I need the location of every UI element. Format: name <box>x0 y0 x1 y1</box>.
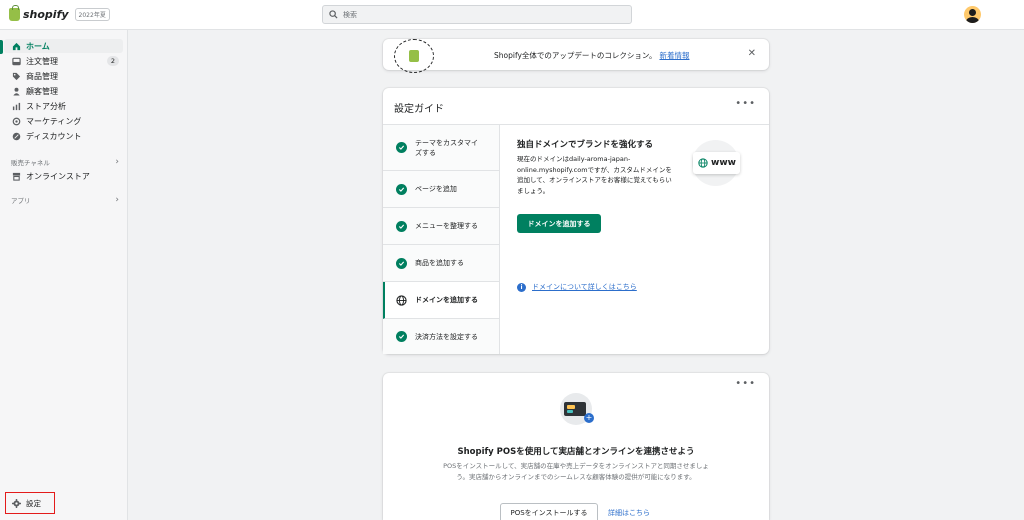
sidebar-item-settings[interactable]: 設定 <box>5 492 55 514</box>
globe-icon <box>698 158 708 168</box>
close-icon[interactable]: ✕ <box>748 48 756 59</box>
step-label: 決済方法を設定する <box>415 332 478 341</box>
step-label: メニューを整理する <box>415 222 478 230</box>
step-add-page[interactable]: ページを追加 <box>383 171 499 208</box>
sidebar-item-label: ストア分析 <box>26 101 66 111</box>
sidebar: ホーム 注文管理 2 商品管理 顧客管理 ストア分析 マーケティング ディスカウ… <box>0 30 128 520</box>
learn-more-domain-link[interactable]: i ドメインについて詳しくはこちら <box>517 282 637 292</box>
sidebar-item-customers[interactable]: 顧客管理 <box>4 84 123 98</box>
sidebar-item-products[interactable]: 商品管理 <box>4 69 123 83</box>
sales-channels-heading[interactable]: 販売チャネル › <box>11 157 119 167</box>
sidebar-item-label: ホーム <box>26 41 50 51</box>
info-icon: i <box>517 282 526 292</box>
step-add-product[interactable]: 商品を追加する <box>383 245 499 282</box>
plus-icon: + <box>584 413 594 423</box>
pos-body: POSをインストールして、実店舗の在庫や売上データをオンラインストアと同期させま… <box>443 462 709 481</box>
sidebar-item-label: オンラインストア <box>26 171 90 181</box>
shopify-bag-icon <box>409 50 419 62</box>
step-label: 商品を追加する <box>415 259 464 267</box>
sidebar-item-marketing[interactable]: マーケティング <box>4 114 123 128</box>
sidebar-item-orders[interactable]: 注文管理 2 <box>4 54 123 68</box>
marketing-icon <box>12 117 21 126</box>
apps-heading[interactable]: アプリ › <box>11 195 119 205</box>
sidebar-item-analytics[interactable]: ストア分析 <box>4 99 123 113</box>
sidebar-item-label: 注文管理 <box>26 56 58 66</box>
edition-badge: 2022年夏 <box>74 8 110 21</box>
learn-more-text: ドメインについて詳しくはこちら <box>532 283 637 291</box>
checkmark-icon <box>396 220 407 232</box>
step-customize-theme[interactable]: テーマをカスタマイ ズする <box>383 125 499 171</box>
pos-device-illustration: + <box>560 393 594 425</box>
checkmark-icon <box>396 142 407 153</box>
settings-label: 設定 <box>26 498 41 508</box>
setup-guide-title: 設定ガイド <box>394 104 444 115</box>
step-organize-menu[interactable]: メニューを整理する <box>383 208 499 245</box>
discount-icon <box>12 132 21 141</box>
shopify-bag-icon <box>9 5 20 21</box>
sidebar-item-online-store[interactable]: オンラインストア <box>4 169 123 183</box>
setup-guide-card: 設定ガイド ••• テーマをカスタマイ ズする ページを追加 メニューを整理する … <box>383 88 769 354</box>
search-placeholder: 検索 <box>343 10 357 19</box>
step-label-line-2: ズする <box>415 148 436 157</box>
more-actions-icon[interactable]: ••• <box>735 98 756 109</box>
editions-banner: Shopify全体でのアップデートのコレクション。 新着情報 ✕ <box>383 39 769 73</box>
www-label: www <box>711 158 736 168</box>
top-bar: shopify 2022年夏 検索 <box>0 0 1024 30</box>
store-icon <box>12 172 21 181</box>
sidebar-item-discounts[interactable]: ディスカウント <box>4 129 123 143</box>
analytics-icon <box>12 102 21 111</box>
whats-new-link[interactable]: 新着情報 <box>659 51 689 60</box>
pos-title: Shopify POSを使用して実店舗とオンラインを連携させよう <box>457 447 695 457</box>
tag-icon <box>12 72 21 81</box>
domain-detail-body: 現在のドメインはdaily-aroma-japan-online.myshopi… <box>517 155 672 195</box>
add-domain-button[interactable]: ドメインを追加する <box>517 214 601 233</box>
sidebar-item-label: マーケティング <box>26 116 82 126</box>
search-icon <box>329 10 338 19</box>
sales-channels-label: 販売チャネル <box>11 159 50 167</box>
sidebar-item-label: 商品管理 <box>26 71 58 81</box>
logo-text: shopify <box>23 8 69 21</box>
step-label: テーマをカスタマイ ズする <box>415 138 478 158</box>
editions-seal-logo <box>394 39 434 73</box>
checkmark-icon <box>396 257 407 269</box>
gear-icon <box>12 498 21 508</box>
step-label-line-1: テーマをカスタマイ <box>415 138 478 147</box>
banner-text: Shopify全体でのアップデートのコレクション。 <box>494 51 657 60</box>
banner-message: Shopify全体でのアップデートのコレクション。 新着情報 <box>494 50 689 61</box>
step-add-domain[interactable]: ドメインを追加する <box>383 282 499 319</box>
step-setup-payments[interactable]: 決済方法を設定する <box>383 319 499 354</box>
chevron-right-icon: › <box>115 157 119 167</box>
checkmark-icon <box>396 331 407 342</box>
more-actions-icon[interactable]: ••• <box>735 378 756 389</box>
apps-label: アプリ <box>11 197 31 205</box>
search-input[interactable]: 検索 <box>322 5 632 24</box>
user-avatar[interactable] <box>964 6 981 23</box>
pos-device-icon <box>564 402 586 416</box>
pos-details-link[interactable]: 詳細はこちら <box>608 508 650 518</box>
domain-detail-title: 独自ドメインでブランドを強化する <box>517 140 654 150</box>
step-label: ページを追加 <box>415 185 457 193</box>
chevron-right-icon: › <box>115 195 119 205</box>
shopify-logo[interactable]: shopify 2022年夏 <box>9 5 110 21</box>
sidebar-item-label: 顧客管理 <box>26 86 58 96</box>
setup-steps-list: テーマをカスタマイ ズする ページを追加 メニューを整理する 商品を追加する ドメ… <box>383 125 500 354</box>
sidebar-item-home[interactable]: ホーム <box>4 39 123 53</box>
sidebar-item-label: ディスカウント <box>26 131 82 141</box>
person-icon <box>12 87 21 96</box>
www-illustration: www <box>693 152 740 174</box>
orders-count-badge: 2 <box>107 56 119 66</box>
orders-icon <box>12 57 21 66</box>
home-icon <box>12 42 21 51</box>
globe-icon <box>396 294 407 306</box>
checkmark-icon <box>396 183 407 195</box>
active-indicator <box>0 40 3 54</box>
step-label: ドメインを追加する <box>415 296 478 304</box>
pos-promo-card: ••• + Shopify POSを使用して実店舗とオンラインを連携させよう P… <box>383 373 769 520</box>
install-pos-button[interactable]: POSをインストールする <box>500 503 598 520</box>
